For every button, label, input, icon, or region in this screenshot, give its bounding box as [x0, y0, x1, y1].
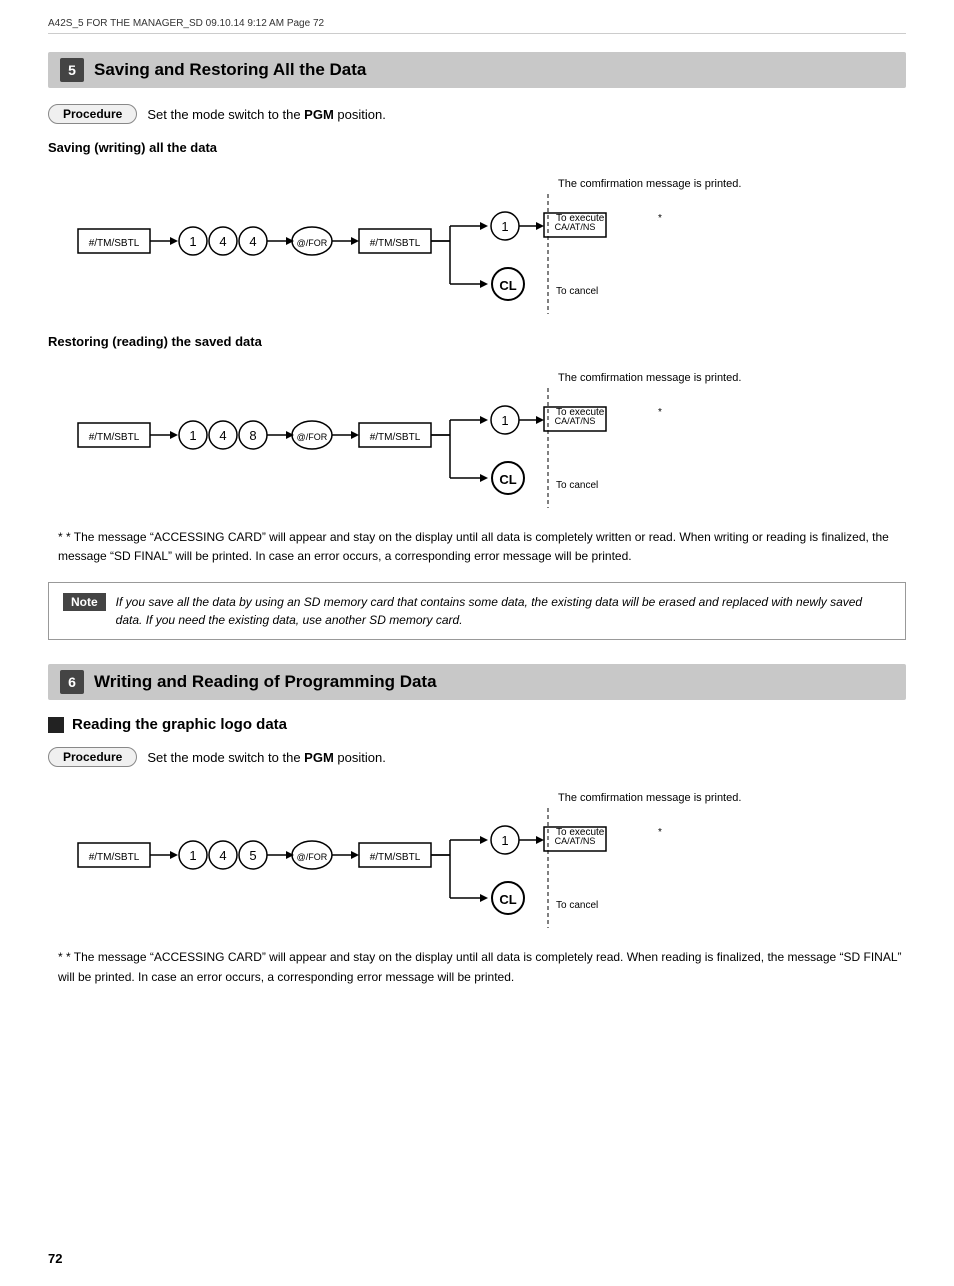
- section5-header: 5 Saving and Restoring All the Data: [48, 52, 906, 88]
- restoring-title: Restoring (reading) the saved data: [48, 334, 906, 349]
- svg-text:CA/AT/NS: CA/AT/NS: [555, 222, 596, 232]
- svg-text:1: 1: [189, 428, 196, 443]
- svg-text:1: 1: [189, 234, 196, 249]
- procedure-row-2: Procedure Set the mode switch to the PGM…: [48, 747, 906, 767]
- svg-text:4: 4: [219, 848, 226, 863]
- procedure-row-1: Procedure Set the mode switch to the PGM…: [48, 104, 906, 124]
- svg-text:*: *: [658, 827, 662, 838]
- svg-text:CL: CL: [499, 472, 516, 487]
- svg-text:1: 1: [501, 833, 508, 848]
- svg-text:*: *: [658, 407, 662, 418]
- section5-num: 5: [60, 58, 84, 82]
- footnote-text-1: * The message “ACCESSING CARD” will appe…: [58, 530, 889, 563]
- svg-text:#/TM/SBTL: #/TM/SBTL: [89, 432, 140, 443]
- footnote-star-2: *: [58, 950, 66, 964]
- svg-text:1: 1: [501, 219, 508, 234]
- svg-text:#/TM/SBTL: #/TM/SBTL: [89, 852, 140, 863]
- section6-header: 6 Writing and Reading of Programming Dat…: [48, 664, 906, 700]
- header-text: A42S_5 FOR THE MANAGER_SD 09.10.14 9:12 …: [48, 18, 324, 29]
- note-text: If you save all the data by using an SD …: [116, 593, 891, 629]
- restoring-svg: The comfirmation message is printed. To …: [68, 363, 928, 508]
- svg-text:1: 1: [189, 848, 196, 863]
- page-wrapper: A42S_5 FOR THE MANAGER_SD 09.10.14 9:12 …: [0, 0, 954, 1286]
- procedure-badge-1: Procedure: [48, 104, 137, 124]
- procedure-text-1: Set the mode switch to the PGM position.: [147, 107, 385, 122]
- procedure-text-2: Set the mode switch to the PGM position.: [147, 750, 385, 765]
- saving-confirm-text: The comfirmation message is printed.: [558, 178, 741, 190]
- svg-text:The comfirmation message is pr: The comfirmation message is printed.: [558, 792, 741, 804]
- svg-text:CL: CL: [499, 278, 516, 293]
- footnote-star-1: *: [58, 530, 66, 544]
- note-label: Note: [63, 593, 106, 611]
- section5-footnote: * * The message “ACCESSING CARD” will ap…: [48, 528, 906, 566]
- svg-text:1: 1: [501, 413, 508, 428]
- svg-text:CA/AT/NS: CA/AT/NS: [555, 416, 596, 426]
- svg-text:4: 4: [219, 428, 226, 443]
- pgm-bold-1: PGM: [304, 107, 334, 122]
- svg-text:4: 4: [219, 234, 226, 249]
- svg-text:@/FOR: @/FOR: [297, 432, 328, 442]
- pgm-bold-2: PGM: [304, 750, 334, 765]
- svg-text:4: 4: [249, 234, 256, 249]
- page-number: 72: [48, 1251, 62, 1266]
- footnote-text-2: * The message “ACCESSING CARD” will appe…: [58, 950, 902, 983]
- section6-footnote: * * The message “ACCESSING CARD” will ap…: [48, 948, 906, 986]
- reading-title: Reading the graphic logo data: [72, 716, 287, 733]
- section6-title: Writing and Reading of Programming Data: [94, 672, 437, 692]
- saving-svg: The comfirmation message is printed. To …: [68, 169, 928, 314]
- svg-text:*: *: [658, 213, 662, 224]
- reading-square-icon: [48, 717, 64, 733]
- svg-text:#/TM/SBTL: #/TM/SBTL: [370, 432, 421, 443]
- svg-text:5: 5: [249, 848, 256, 863]
- svg-text:#/TM/SBTL: #/TM/SBTL: [370, 238, 421, 249]
- svg-text:@/FOR: @/FOR: [297, 238, 328, 248]
- svg-text:To cancel: To cancel: [556, 900, 598, 911]
- svg-text:#/TM/SBTL: #/TM/SBTL: [89, 238, 140, 249]
- section6-num: 6: [60, 670, 84, 694]
- saving-title: Saving (writing) all the data: [48, 140, 906, 155]
- svg-text:To cancel: To cancel: [556, 286, 598, 297]
- reading-header: Reading the graphic logo data: [48, 716, 906, 733]
- svg-text:@/FOR: @/FOR: [297, 852, 328, 862]
- svg-text:To cancel: To cancel: [556, 480, 598, 491]
- page-header: A42S_5 FOR THE MANAGER_SD 09.10.14 9:12 …: [48, 18, 906, 34]
- svg-text:CA/AT/NS: CA/AT/NS: [555, 836, 596, 846]
- reading-svg: The comfirmation message is printed. To …: [68, 783, 928, 928]
- svg-text:CL: CL: [499, 892, 516, 907]
- svg-text:The comfirmation message is pr: The comfirmation message is printed.: [558, 372, 741, 384]
- restoring-diagram: The comfirmation message is printed. To …: [68, 363, 906, 508]
- svg-text:8: 8: [249, 428, 256, 443]
- section5-title: Saving and Restoring All the Data: [94, 60, 366, 80]
- procedure-badge-2: Procedure: [48, 747, 137, 767]
- note-box: Note If you save all the data by using a…: [48, 582, 906, 640]
- reading-diagram: The comfirmation message is printed. To …: [68, 783, 906, 928]
- saving-diagram: The comfirmation message is printed. To …: [68, 169, 906, 314]
- svg-text:#/TM/SBTL: #/TM/SBTL: [370, 852, 421, 863]
